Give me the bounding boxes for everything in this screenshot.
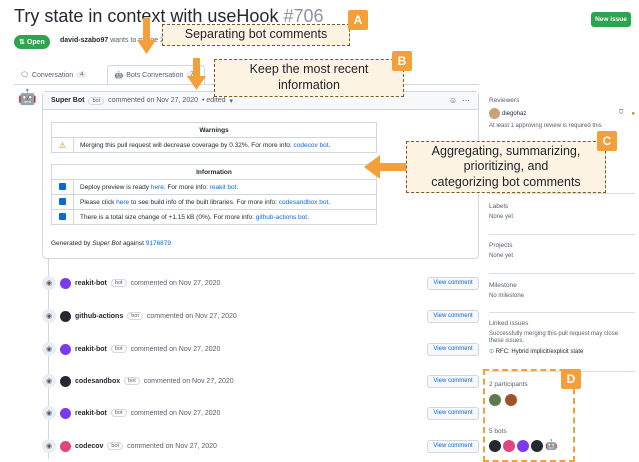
annotation-b-text: information: [278, 78, 340, 92]
annotation-c-text: Aggregating, summarizing,: [431, 143, 581, 158]
arrow-c-head: [364, 155, 380, 179]
annotation-a-text: Separating bot comments: [184, 27, 328, 42]
annotation-c-tag: C: [597, 131, 617, 151]
annotation-b: Keep the most recent information: [214, 59, 404, 97]
arrow-a-head: [137, 40, 156, 54]
annotation-c: Aggregating, summarizing, prioritizing, …: [406, 141, 606, 193]
annotation-b-text: Keep the most recent: [249, 62, 369, 77]
arrow-b-shaft: [193, 58, 200, 76]
annotation-c-text: categorizing bot comments: [431, 174, 581, 189]
annotation-d-tag: D: [561, 369, 581, 389]
annotation-a-tag: A: [348, 10, 368, 30]
annotation-c-text: prioritizing, and: [463, 159, 549, 174]
arrow-b-head: [187, 76, 206, 90]
arrow-a-shaft: [143, 18, 150, 40]
annotation-a: Separating bot comments: [162, 24, 350, 46]
annotation-b-tag: B: [392, 51, 412, 71]
arrow-c-shaft: [380, 163, 406, 171]
